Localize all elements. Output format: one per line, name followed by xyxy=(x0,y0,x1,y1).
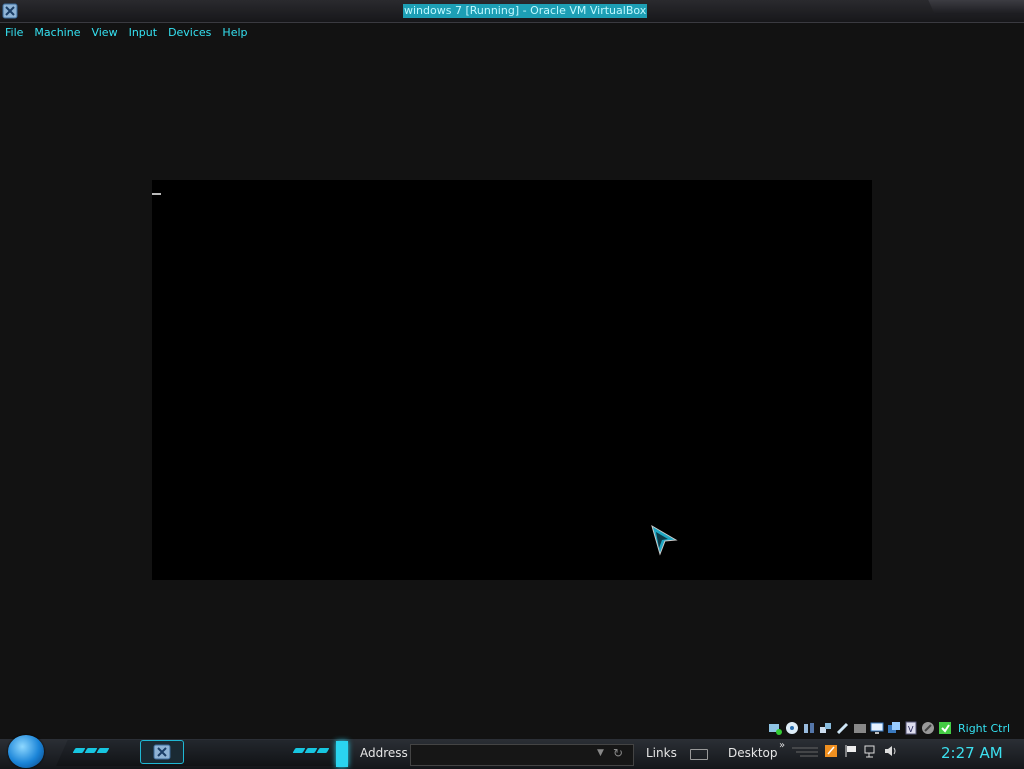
vm-status-bar: V Right Ctrl xyxy=(768,719,1010,737)
toolbar-overflow-chevron[interactable]: » xyxy=(779,740,785,751)
links-toolbar[interactable]: Links xyxy=(646,746,677,760)
address-toolbar-label: Address xyxy=(360,746,408,760)
quick-launch-dock xyxy=(56,740,346,766)
menu-input[interactable]: Input xyxy=(124,24,163,42)
host-key-label: Right Ctrl xyxy=(958,721,1011,735)
title-bar: windows 7 [Running] - Oracle VM VirtualB… xyxy=(0,0,1024,23)
menu-file[interactable]: File xyxy=(0,24,29,42)
audio-icon[interactable] xyxy=(802,721,816,735)
shared-folders-icon[interactable] xyxy=(853,721,867,735)
flag-icon[interactable] xyxy=(844,744,858,758)
dock-decoration-left xyxy=(72,748,110,753)
tray-decoration xyxy=(792,747,818,757)
menu-bar: File Machine View Input Devices Help xyxy=(0,24,254,42)
menu-help[interactable]: Help xyxy=(217,24,253,42)
mouse-pointer-icon xyxy=(651,524,678,556)
window-controls[interactable] xyxy=(928,0,1024,14)
keyboard-icon[interactable] xyxy=(690,749,708,760)
address-input[interactable] xyxy=(413,746,597,764)
mouse-integration-icon[interactable] xyxy=(921,721,935,735)
system-tray xyxy=(792,744,898,758)
taskbar-virtualbox-button[interactable] xyxy=(140,740,184,764)
video-capture-icon[interactable] xyxy=(887,721,901,735)
menu-devices[interactable]: Devices xyxy=(163,24,217,42)
network-icon[interactable] xyxy=(819,721,833,735)
app-tray-icon[interactable] xyxy=(824,744,838,758)
network-icon[interactable] xyxy=(864,744,878,758)
cpu-icon[interactable]: V xyxy=(904,721,918,735)
display-icon[interactable] xyxy=(870,721,884,735)
hard-disk-icon[interactable] xyxy=(768,721,782,735)
text-cursor xyxy=(152,193,161,195)
usb-icon[interactable] xyxy=(836,721,850,735)
vm-display[interactable] xyxy=(152,180,872,580)
menu-view[interactable]: View xyxy=(86,24,123,42)
dock-decoration-right xyxy=(292,748,330,753)
virtualbox-app-icon[interactable] xyxy=(2,3,18,19)
taskbar-clock[interactable]: 2:27 AM xyxy=(941,744,1003,762)
menu-machine[interactable]: Machine xyxy=(29,24,86,42)
virtualbox-taskbar-icon xyxy=(153,744,171,760)
window-title: windows 7 [Running] - Oracle VM VirtualB… xyxy=(403,4,648,18)
start-button[interactable] xyxy=(8,735,44,768)
svg-text:V: V xyxy=(908,725,914,734)
host-key-icon[interactable] xyxy=(938,721,952,735)
optical-drive-icon[interactable] xyxy=(785,721,799,735)
chevron-down-icon[interactable]: ▼ xyxy=(597,748,604,758)
desktop-toolbar[interactable]: Desktop xyxy=(728,746,778,760)
refresh-icon[interactable]: ↻ xyxy=(613,746,623,760)
address-bar[interactable]: ▼ ↻ xyxy=(410,744,634,766)
toolbar-handle[interactable] xyxy=(336,741,348,767)
volume-icon[interactable] xyxy=(884,744,898,758)
